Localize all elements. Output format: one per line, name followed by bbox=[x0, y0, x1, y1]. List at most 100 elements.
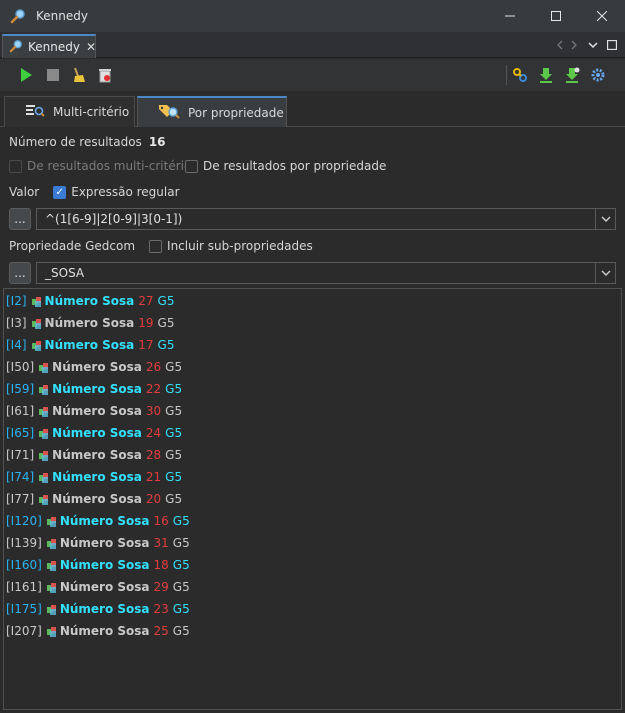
from-multi-row: De resultados multi-critério bbox=[9, 157, 191, 175]
result-row[interactable]: [I50] Número Sosa 26 G5 bbox=[6, 358, 182, 376]
window-title: Kennedy bbox=[36, 9, 88, 23]
value-row: Valor ✓ Expressão regular bbox=[9, 183, 180, 201]
chevron-down-icon[interactable] bbox=[595, 209, 615, 229]
result-id: [I2] bbox=[6, 294, 27, 308]
result-sosa-value: 17 bbox=[138, 338, 154, 352]
result-row[interactable]: [I207] Número Sosa 25 G5 bbox=[6, 622, 190, 640]
include-subprops-checkbox[interactable] bbox=[149, 239, 163, 253]
regex-checkbox[interactable]: ✓ bbox=[53, 185, 67, 199]
mode-tabs: Multi-critério Por propriedade bbox=[0, 92, 625, 127]
property-icon bbox=[31, 340, 42, 351]
stop-icon bbox=[47, 69, 59, 81]
from-property-checkbox[interactable] bbox=[185, 159, 198, 173]
trash-icon bbox=[99, 69, 111, 83]
property-row: Propriedade Gedcom Incluir sub-proprieda… bbox=[9, 237, 313, 255]
result-sosa-value: 23 bbox=[153, 602, 169, 616]
property-icon bbox=[46, 604, 57, 615]
result-id: [I4] bbox=[6, 338, 27, 352]
result-generation: G5 bbox=[172, 624, 190, 638]
result-row[interactable]: [I175] Número Sosa 23 G5 bbox=[6, 600, 190, 618]
result-id: [I61] bbox=[6, 404, 35, 418]
result-row[interactable]: [I4] Número Sosa 17 G5 bbox=[6, 336, 174, 354]
property-combo[interactable]: _SOSA bbox=[36, 262, 616, 284]
view-tab-kennedy[interactable]: Kennedy ✕ bbox=[2, 34, 96, 58]
tab-por-propriedade[interactable]: Por propriedade bbox=[137, 96, 287, 127]
result-id: [I50] bbox=[6, 360, 35, 374]
result-sosa-value: 30 bbox=[145, 404, 162, 418]
from-multi-checkbox[interactable] bbox=[9, 159, 22, 173]
result-property-name: Número Sosa bbox=[52, 426, 142, 440]
value-combo[interactable]: ^(1[6-9]|2[0-9]|3[0-1]) bbox=[36, 208, 616, 230]
link-button[interactable] bbox=[511, 66, 529, 84]
result-id: [I160] bbox=[6, 558, 42, 572]
result-row[interactable]: [I74] Número Sosa 21 G5 bbox=[6, 468, 182, 486]
close-icon[interactable]: ✕ bbox=[86, 40, 96, 54]
result-row[interactable]: [I160] Número Sosa 18 G5 bbox=[6, 556, 190, 574]
result-generation: G5 bbox=[165, 470, 183, 484]
property-label: Propriedade Gedcom bbox=[9, 239, 136, 253]
result-row[interactable]: [I3] Número Sosa 19 G5 bbox=[6, 314, 174, 332]
result-property-name: Número Sosa bbox=[44, 338, 135, 352]
maximize-view-icon[interactable] bbox=[603, 32, 621, 58]
result-id: [I77] bbox=[6, 492, 35, 506]
result-generation: G5 bbox=[165, 426, 183, 440]
result-sosa-value: 29 bbox=[153, 580, 169, 594]
results-count-value: 16 bbox=[148, 135, 166, 149]
magnifier-icon bbox=[10, 8, 26, 24]
property-options-button[interactable]: ... bbox=[9, 262, 31, 284]
result-row[interactable]: [I65] Número Sosa 24 G5 bbox=[6, 424, 182, 442]
property-icon bbox=[31, 318, 42, 329]
tab-por-propriedade-label: Por propriedade bbox=[188, 105, 284, 120]
value-options-button[interactable]: ... bbox=[9, 208, 31, 230]
result-row[interactable]: [I161] Número Sosa 29 G5 bbox=[6, 578, 190, 596]
result-generation: G5 bbox=[172, 536, 190, 550]
results-list[interactable]: [I2] Número Sosa 27 G5 [I3] Número Sosa 19 G5 [I… bbox=[3, 288, 622, 710]
property-icon bbox=[46, 582, 57, 593]
result-id: [I65] bbox=[6, 426, 35, 440]
result-generation: G5 bbox=[157, 338, 175, 352]
run-button[interactable] bbox=[17, 66, 35, 84]
result-row[interactable]: [I139] Número Sosa 31 G5 bbox=[6, 534, 190, 552]
settings-button[interactable] bbox=[589, 66, 607, 84]
result-row[interactable]: [I61] Número Sosa 30 G5 bbox=[6, 402, 182, 420]
property-text: _SOSA bbox=[45, 266, 85, 280]
download-icon bbox=[540, 68, 552, 83]
result-row[interactable]: [I2] Número Sosa 27 G5 bbox=[6, 292, 174, 310]
result-id: [I74] bbox=[6, 470, 35, 484]
property-icon bbox=[39, 362, 49, 373]
result-property-name: Número Sosa bbox=[59, 602, 150, 616]
results-count-row: Número de resultados 16 bbox=[9, 133, 166, 151]
view-menu-icon[interactable] bbox=[584, 32, 602, 58]
result-row[interactable]: [I77] Número Sosa 20 G5 bbox=[6, 490, 182, 508]
result-row[interactable]: [I120] Número Sosa 16 G5 bbox=[6, 512, 190, 530]
result-property-name: Número Sosa bbox=[52, 382, 142, 396]
stop-button[interactable] bbox=[44, 66, 62, 84]
clear-button[interactable] bbox=[70, 66, 88, 84]
maximize-button[interactable] bbox=[533, 0, 579, 32]
gear-icon bbox=[591, 68, 605, 82]
chevron-down-icon[interactable] bbox=[595, 263, 615, 283]
result-property-name: Número Sosa bbox=[52, 360, 142, 374]
download-all-button[interactable] bbox=[563, 66, 581, 84]
tab-multi-criterio[interactable]: Multi-critério bbox=[4, 96, 135, 127]
link-icon bbox=[513, 68, 527, 82]
minimize-button[interactable] bbox=[487, 0, 533, 32]
download-button[interactable] bbox=[537, 66, 555, 84]
result-generation: G5 bbox=[165, 382, 183, 396]
result-generation: G5 bbox=[172, 514, 190, 528]
result-sosa-value: 25 bbox=[153, 624, 169, 638]
result-row[interactable]: [I59] Número Sosa 22 G5 bbox=[6, 380, 182, 398]
from-multi-label: De resultados multi-critério bbox=[27, 159, 192, 173]
delete-button[interactable] bbox=[96, 66, 114, 84]
result-id: [I175] bbox=[6, 602, 42, 616]
result-generation: G5 bbox=[165, 404, 183, 418]
result-sosa-value: 28 bbox=[145, 448, 162, 462]
close-window-button[interactable] bbox=[579, 0, 625, 32]
result-property-name: Número Sosa bbox=[59, 624, 150, 638]
chevron-right-icon[interactable] bbox=[565, 32, 583, 58]
result-sosa-value: 24 bbox=[145, 426, 162, 440]
list-search-icon bbox=[25, 103, 45, 122]
tab-multi-criterio-label: Multi-critério bbox=[53, 105, 130, 119]
result-row[interactable]: [I71] Número Sosa 28 G5 bbox=[6, 446, 182, 464]
property-icon bbox=[46, 516, 57, 527]
